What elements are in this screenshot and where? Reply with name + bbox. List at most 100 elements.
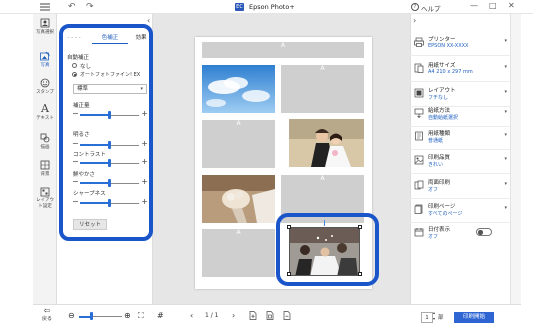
photo-slot-2[interactable] <box>289 119 364 167</box>
photo-edit-icon <box>40 51 50 61</box>
sidebar-item-label: 写真 <box>40 63 50 68</box>
sidebar-item-draw[interactable]: 描画 <box>33 133 57 150</box>
setting-title: 用紙サイズ <box>428 63 456 69</box>
background-icon <box>40 160 50 170</box>
minimize-button[interactable]: — <box>470 1 478 11</box>
zoom-out-icon[interactable]: ⊖ <box>68 311 75 320</box>
grid-icon[interactable]: # <box>157 311 164 320</box>
layout-icon <box>40 187 50 197</box>
print-button[interactable]: 印刷開始 <box>454 312 494 323</box>
stamp-icon <box>40 78 50 88</box>
copies-unit: 部 <box>438 315 444 321</box>
previous-page-icon[interactable]: ‹ <box>190 311 193 320</box>
photo-slot-empty[interactable]: A <box>202 229 275 277</box>
printer-icon <box>414 37 424 47</box>
undo-icon[interactable]: ↶ <box>68 2 76 12</box>
paper-type-icon <box>415 131 423 141</box>
chevron-down-icon: ▾ <box>504 64 507 70</box>
quality-icon <box>414 155 424 165</box>
setting-title: 給紙方法 <box>428 108 451 114</box>
zoom-in-icon[interactable]: ⊕ <box>124 311 131 320</box>
setting-value: オフ <box>428 187 439 193</box>
setting-value: すべてのページ <box>428 211 463 217</box>
setting-title: 用紙種類 <box>428 131 451 137</box>
chevron-down-icon: ▾ <box>504 156 507 162</box>
back-button[interactable]: ⇦ 戻る <box>38 306 56 323</box>
page-indicator: 1 / 1 <box>205 312 219 319</box>
collapse-panel-icon[interactable]: ‹ <box>147 16 150 25</box>
paper-feed-icon <box>414 108 424 118</box>
delete-page-icon[interactable] <box>283 311 291 320</box>
setting-paper-type[interactable]: 用紙種類 普通紙 ▾ <box>410 124 510 150</box>
duplicate-page-icon[interactable] <box>266 311 274 320</box>
expand-panel-icon[interactable]: › <box>413 16 416 25</box>
duplex-icon <box>414 180 424 190</box>
setting-title: プリンター <box>428 37 456 43</box>
setting-printer[interactable]: プリンター EPSON XX-XXXX ▾ <box>410 30 510 56</box>
chevron-down-icon: ▾ <box>504 205 507 211</box>
sidebar-item-label: テキスト <box>36 116 54 121</box>
redo-icon[interactable]: ↷ <box>86 2 94 12</box>
pages-icon <box>414 204 423 214</box>
sidebar-item-label: 写真選択 <box>36 30 54 35</box>
chevron-down-icon: ▾ <box>504 38 507 44</box>
close-button[interactable]: ✕ <box>508 1 515 11</box>
sky-photo <box>202 65 275 113</box>
setting-value: きれい <box>428 162 444 168</box>
setting-value: オフ <box>428 234 439 240</box>
photo-slot-empty[interactable]: A <box>202 42 364 58</box>
setting-value: 普通紙 <box>428 138 444 144</box>
fit-to-screen-icon[interactable]: ⛶ <box>138 311 144 321</box>
photo-slot-3[interactable] <box>202 175 275 223</box>
date-icon <box>414 228 424 237</box>
chevron-down-icon: ▾ <box>504 181 507 187</box>
highlight-callout-photo <box>276 213 379 286</box>
layout-icon <box>414 88 424 98</box>
chevron-down-icon: ▾ <box>504 132 507 138</box>
scrollbar[interactable] <box>510 14 521 304</box>
setting-value: フチなし <box>428 95 449 101</box>
setting-title: 日付表示 <box>428 227 451 233</box>
copies-stepper[interactable]: ▴ ▾ <box>433 310 435 322</box>
setting-print-quality[interactable]: 印刷品質 きれい ▾ <box>410 148 510 174</box>
chevron-down-icon: ▾ <box>504 89 507 95</box>
app-title: Epson Photo+ <box>249 3 295 11</box>
sidebar-item-stamp[interactable]: スタンプ <box>33 78 57 95</box>
draw-icon <box>40 133 50 143</box>
sidebar-item-photo[interactable]: 写真 <box>33 51 57 68</box>
setting-value: EPSON XX-XXXX <box>428 43 469 49</box>
next-page-icon[interactable]: › <box>232 311 235 320</box>
sidebar-item-label: 描画 <box>40 145 50 150</box>
paper-size-icon <box>414 63 424 73</box>
copies-input[interactable]: 1 <box>421 312 433 323</box>
photo-slot-empty[interactable]: A <box>202 120 275 168</box>
maximize-button[interactable]: □ <box>489 1 497 11</box>
title-bar: ↶ ↷ EC Epson Photo+ ? ヘルプ — □ ✕ <box>0 0 533 14</box>
setting-title: レイアウト <box>428 88 456 94</box>
setting-date-display: 日付表示 オフ <box>410 220 510 246</box>
setting-duplex[interactable]: 両面印刷 オフ ▾ <box>410 173 510 199</box>
sidebar-item-photo-select[interactable]: 写真選択 <box>33 18 57 35</box>
setting-paper-size[interactable]: 用紙サイズ A4 210 x 297 mm ▾ <box>410 56 510 82</box>
photo-slot-empty[interactable]: A <box>281 65 364 113</box>
sidebar-item-label: レイアウト設定 <box>36 198 54 209</box>
back-arrow-icon: ⇦ <box>43 306 51 315</box>
sidebar-item-text[interactable]: A テキスト <box>33 102 57 121</box>
bouquet-photo <box>202 175 275 223</box>
photo-select-icon <box>40 18 50 28</box>
sidebar-item-label: 背景 <box>40 172 50 177</box>
menu-icon[interactable] <box>40 2 50 12</box>
date-display-toggle[interactable] <box>476 228 492 236</box>
zoom-slider-thumb[interactable] <box>90 312 94 320</box>
add-page-icon[interactable] <box>249 311 257 320</box>
text-icon: A <box>41 102 49 115</box>
help-icon[interactable]: ? <box>411 3 419 11</box>
sidebar-item-background[interactable]: 背景 <box>33 160 57 177</box>
help-link[interactable]: ヘルプ <box>421 3 441 13</box>
setting-value: A4 210 x 297 mm <box>428 69 473 75</box>
photo-slot-1[interactable] <box>202 65 275 113</box>
sidebar-item-layout[interactable]: レイアウト設定 <box>33 187 57 210</box>
setting-title: 印刷ページ <box>428 204 456 210</box>
wedding-couple-photo <box>289 119 364 167</box>
sidebar-item-label: スタンプ <box>36 90 54 95</box>
